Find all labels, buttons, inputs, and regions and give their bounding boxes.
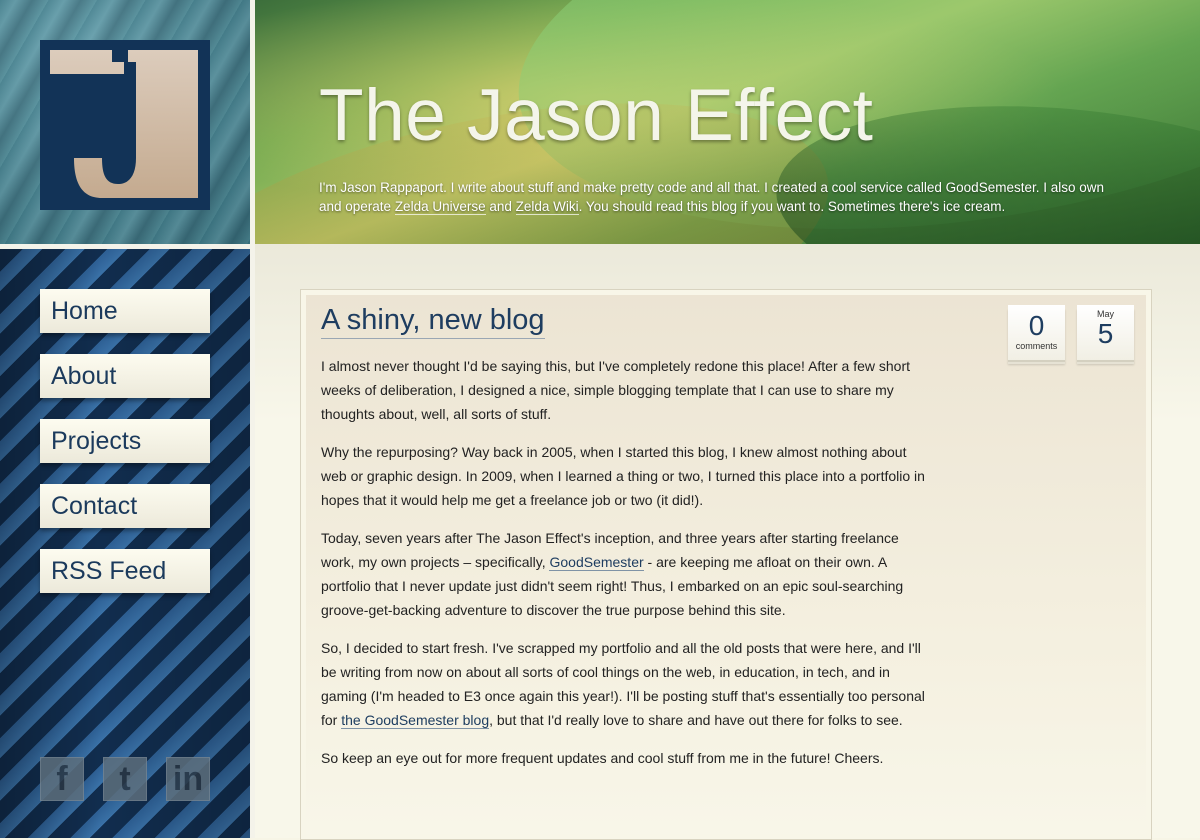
facebook-icon[interactable]: f bbox=[40, 757, 84, 801]
zelda-universe-link[interactable]: Zelda Universe bbox=[394, 199, 486, 215]
post-paragraph: I almost never thought I'd be saying thi… bbox=[321, 358, 910, 422]
site-logo[interactable] bbox=[40, 40, 210, 210]
nav-contact[interactable]: Contact bbox=[40, 484, 210, 528]
site-title[interactable]: The Jason Effect bbox=[319, 74, 873, 157]
logo-j-icon bbox=[50, 50, 198, 198]
comments-label: comments bbox=[1015, 341, 1058, 351]
linkedin-icon[interactable]: in bbox=[166, 757, 210, 801]
tagline-text: and bbox=[485, 199, 516, 214]
date-badge: May 5 bbox=[1077, 305, 1134, 360]
goodsemester-blog-link[interactable]: the GoodSemester blog bbox=[341, 712, 490, 729]
nav-projects[interactable]: Projects bbox=[40, 419, 210, 463]
social-links: f t in bbox=[40, 757, 210, 801]
post-paragraph: Why the repurposing? Way back in 2005, w… bbox=[321, 444, 925, 508]
site-header: The Jason Effect I'm Jason Rappaport. I … bbox=[255, 0, 1200, 244]
goodsemester-link[interactable]: GoodSemester bbox=[549, 554, 644, 571]
post-title[interactable]: A shiny, new blog bbox=[321, 304, 545, 339]
date-day: 5 bbox=[1097, 318, 1114, 349]
tagline-text: . You should read this blog if you want … bbox=[578, 199, 1006, 214]
twitter-icon[interactable]: t bbox=[103, 757, 147, 801]
comments-count: 0 bbox=[1028, 310, 1045, 341]
post-body: I almost never thought I'd be saying thi… bbox=[321, 354, 926, 784]
zelda-wiki-link[interactable]: Zelda Wiki bbox=[515, 199, 579, 215]
post-paragraph: So keep an eye out for more frequent upd… bbox=[321, 750, 884, 766]
comments-badge[interactable]: 0 comments bbox=[1008, 305, 1065, 360]
nav-rss-feed[interactable]: RSS Feed bbox=[40, 549, 210, 593]
nav-home[interactable]: Home bbox=[40, 289, 210, 333]
nav-about[interactable]: About bbox=[40, 354, 210, 398]
site-tagline: I'm Jason Rappaport. I write about stuff… bbox=[319, 178, 1129, 216]
post-paragraph: Today, seven years after The Jason Effec… bbox=[321, 526, 926, 622]
post-paragraph: So, I decided to start fresh. I've scrap… bbox=[321, 636, 926, 732]
main-nav: Home About Projects Contact RSS Feed bbox=[40, 289, 210, 614]
paragraph-text: , but that I'd really love to share and … bbox=[489, 712, 903, 728]
logo-panel bbox=[0, 0, 250, 244]
